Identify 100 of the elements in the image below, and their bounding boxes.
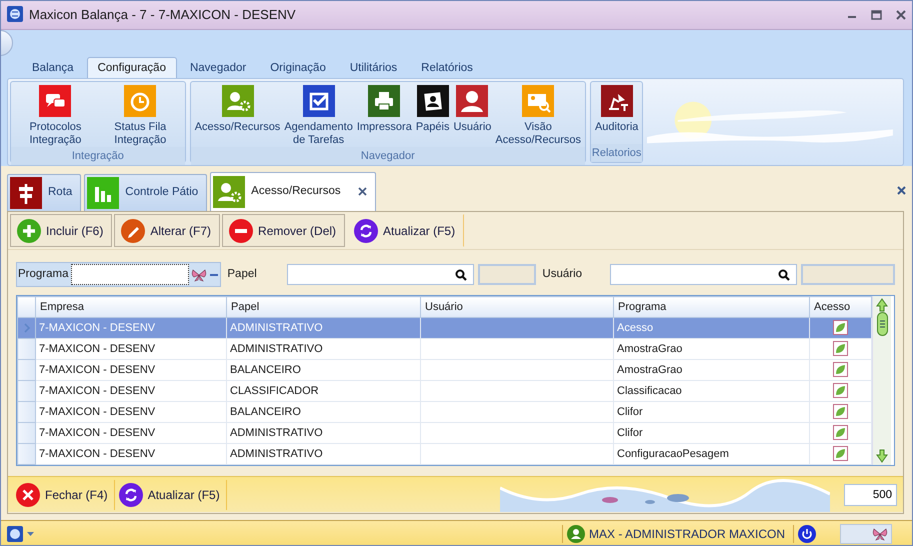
ribbon-button[interactable]: Acesso/Recursos bbox=[192, 85, 282, 147]
scroll-thumb[interactable] bbox=[876, 312, 888, 336]
ribbon-tab[interactable]: Balança bbox=[21, 57, 85, 78]
table-cell: ADMINISTRATIVO bbox=[226, 318, 420, 338]
ribbon-button[interactable]: Status Fila Integração bbox=[98, 85, 183, 147]
close-icon[interactable] bbox=[897, 186, 906, 196]
readonly-field bbox=[478, 264, 536, 285]
close-icon[interactable] bbox=[358, 186, 368, 196]
table-cell: Clifor bbox=[614, 402, 810, 422]
minus-icon bbox=[229, 218, 254, 242]
toolbar-button[interactable]: Atualizar (F5) bbox=[347, 214, 464, 247]
leaf-checkbox-icon[interactable] bbox=[833, 341, 848, 356]
ribbon-button[interactable]: Protocolos Integração bbox=[13, 85, 98, 147]
group-label: Integração bbox=[11, 147, 185, 165]
ribbon-button[interactable]: Agendamento de Tarefas bbox=[282, 85, 355, 147]
table-cell: CLASSIFICADOR bbox=[226, 380, 420, 402]
column-header[interactable]: Usuário bbox=[420, 296, 614, 318]
row-indicator-icon bbox=[22, 322, 30, 333]
leaf-checkbox-icon[interactable] bbox=[833, 383, 848, 398]
table-cell: ConfiguracaoPesagem bbox=[614, 444, 810, 464]
close-icon[interactable] bbox=[896, 10, 906, 20]
field-label: Papel bbox=[227, 266, 257, 282]
table-cell: 7-MAXICON - DESENV bbox=[36, 402, 226, 422]
search-icon[interactable] bbox=[778, 268, 790, 280]
table-cell: AmostraGrao bbox=[614, 360, 810, 380]
table-cell: Classificacao bbox=[614, 380, 810, 402]
desk-lamp-icon bbox=[600, 85, 633, 117]
user-gear-icon bbox=[222, 85, 254, 117]
table-cell: BALANCEIRO bbox=[226, 360, 420, 380]
search-icon[interactable] bbox=[454, 268, 467, 280]
butterfly-icon[interactable] bbox=[190, 268, 206, 282]
column-header[interactable]: Acesso bbox=[810, 296, 872, 318]
clock-icon bbox=[124, 85, 156, 117]
table-cell: 7-MAXICON - DESENV bbox=[36, 318, 226, 338]
ribbon-tab[interactable]: Navegador bbox=[178, 57, 258, 78]
dropdown-icon[interactable] bbox=[27, 532, 34, 536]
user-icon bbox=[456, 85, 488, 117]
document-tab[interactable]: Rota bbox=[7, 174, 82, 211]
leaf-checkbox-icon[interactable] bbox=[833, 446, 848, 462]
table-cell: Acesso bbox=[614, 318, 810, 338]
refresh-icon bbox=[118, 482, 143, 506]
user-icon bbox=[566, 524, 585, 542]
ribbon-tab[interactable]: Configuração bbox=[86, 57, 177, 78]
plus-icon bbox=[17, 218, 41, 242]
table-cell: Clifor bbox=[614, 422, 810, 444]
refresh-icon bbox=[354, 218, 378, 242]
ribbon-button[interactable]: Papéis bbox=[414, 85, 452, 147]
ribbon-button[interactable]: Auditoria bbox=[592, 85, 640, 144]
leaf-checkbox-icon[interactable] bbox=[833, 362, 848, 378]
table-cell: ADMINISTRATIVO bbox=[226, 422, 420, 444]
table-cell: 7-MAXICON - DESENV bbox=[36, 380, 226, 402]
ribbon-tab[interactable]: Relatórios bbox=[410, 57, 484, 78]
table-cell: ADMINISTRATIVO bbox=[226, 338, 420, 360]
pencil-icon bbox=[121, 218, 146, 242]
maximize-icon[interactable] bbox=[871, 10, 882, 20]
ribbon-tab[interactable]: Originação bbox=[259, 57, 337, 78]
table-cell: 7-MAXICON - DESENV bbox=[36, 360, 226, 380]
user-gear-icon bbox=[213, 176, 246, 208]
butterfly-icon[interactable] bbox=[872, 526, 888, 540]
search-field[interactable] bbox=[610, 264, 797, 285]
table-cell: 7-MAXICON - DESENV bbox=[36, 444, 226, 464]
window-title: Maxicon Balança - 7 - 7-MAXICON - DESENV bbox=[29, 6, 296, 24]
table-cell: 7-MAXICON - DESENV bbox=[36, 338, 226, 360]
ribbon-button[interactable]: Visão Acesso/Recursos bbox=[493, 85, 583, 147]
scroll-up-icon[interactable] bbox=[876, 298, 888, 312]
printer-icon bbox=[368, 85, 400, 117]
scroll-down-icon[interactable] bbox=[876, 449, 888, 463]
field-label: Programa bbox=[18, 266, 68, 282]
ribbon-button[interactable]: Impressora bbox=[354, 85, 414, 147]
search-field[interactable] bbox=[286, 264, 474, 285]
toolbar-button[interactable]: Atualizar (F5) bbox=[116, 480, 227, 510]
group-label: Relatorios bbox=[590, 144, 642, 162]
document-tab[interactable]: Acesso/Recursos bbox=[210, 172, 376, 211]
table-cell: 7-MAXICON - DESENV bbox=[36, 422, 226, 444]
table-cell: BALANCEIRO bbox=[226, 402, 420, 422]
ribbon-tab[interactable]: Utilitários bbox=[338, 57, 408, 78]
toolbar-button[interactable]: Alterar (F7) bbox=[114, 214, 220, 247]
ribbon-button[interactable]: Usuário bbox=[451, 85, 494, 147]
app-logo-icon bbox=[7, 6, 23, 22]
toolbar-button[interactable]: Fechar (F4) bbox=[14, 480, 115, 510]
leaf-checkbox-icon[interactable] bbox=[833, 404, 848, 420]
bar-chart-icon bbox=[87, 177, 120, 209]
table-cell: ADMINISTRATIVO bbox=[226, 444, 420, 464]
portrait-icon bbox=[416, 85, 449, 117]
chat-bubbles-icon bbox=[39, 85, 72, 117]
page-size-field[interactable]: 500 bbox=[844, 484, 897, 506]
column-header[interactable]: Papel bbox=[226, 296, 420, 318]
field-label: Usuário bbox=[542, 266, 582, 282]
close-icon bbox=[16, 482, 40, 506]
input-field[interactable] bbox=[70, 264, 188, 285]
table-cell: AmostraGrao bbox=[614, 338, 810, 360]
app-logo-icon[interactable] bbox=[7, 526, 23, 542]
power-icon[interactable] bbox=[798, 524, 816, 542]
document-tab[interactable]: Controle Pátio bbox=[84, 174, 208, 211]
column-header[interactable]: Empresa bbox=[36, 296, 226, 318]
column-header[interactable]: Programa bbox=[614, 296, 810, 318]
leaf-checkbox-icon[interactable] bbox=[833, 320, 848, 336]
leaf-checkbox-icon[interactable] bbox=[833, 425, 848, 440]
toolbar-button[interactable]: Remover (Del) bbox=[222, 214, 346, 247]
toolbar-button[interactable]: Incluir (F6) bbox=[10, 214, 112, 247]
